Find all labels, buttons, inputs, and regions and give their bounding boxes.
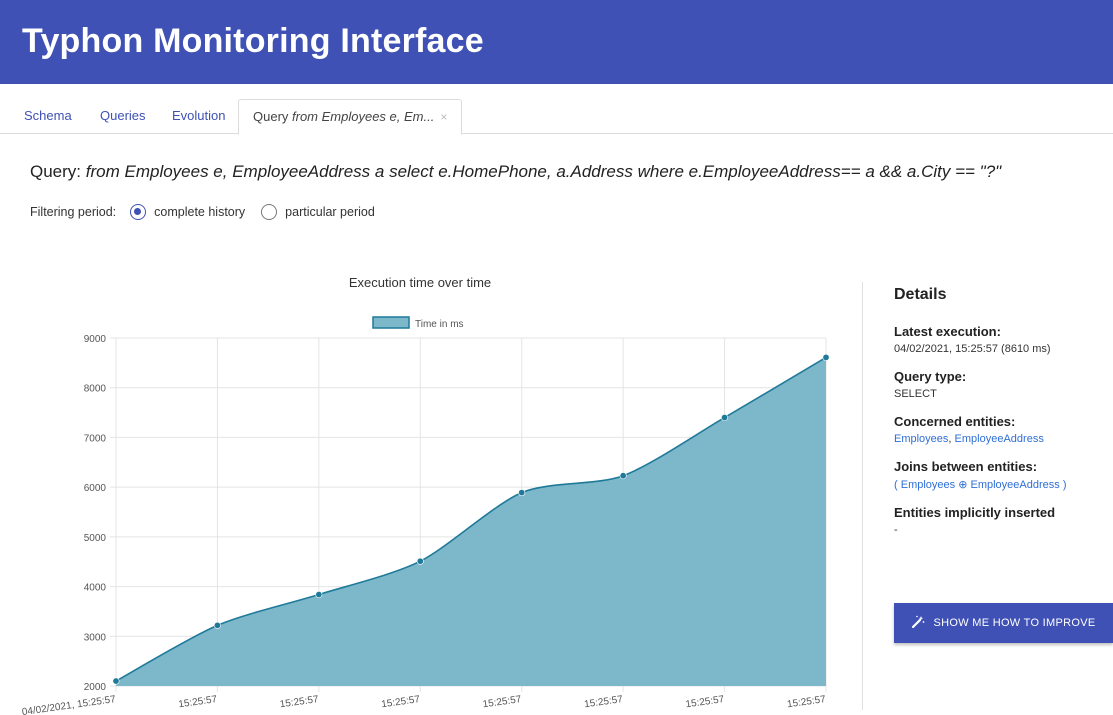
x-tick-label: 15:25:57 <box>583 694 624 710</box>
radio-checked-icon[interactable] <box>130 204 147 220</box>
concerned-entities-value: Employees, EmployeeAddress <box>894 433 1109 445</box>
join-symbol: ⊕ <box>955 479 971 491</box>
tab-bar: Schema Queries Evolution Query from Empl… <box>0 99 1113 135</box>
improve-button-label: SHOW ME HOW TO IMPROVE <box>933 617 1096 629</box>
entity-link-employeeaddress[interactable]: EmployeeAddress <box>955 433 1044 445</box>
chart-y-axis: 9000 8000 7000 6000 5000 4000 3000 2000 <box>84 334 107 693</box>
join-close-paren: ) <box>1059 479 1067 491</box>
tab-query-prefix: Query <box>253 109 293 124</box>
details-panel: Details Latest execution: 04/02/2021, 15… <box>894 286 1109 536</box>
x-tick-label: 15:25:57 <box>786 694 827 710</box>
query-type-label: Query type: <box>894 369 967 384</box>
latest-execution-value: 04/02/2021, 15:25:57 (8610 ms) <box>894 343 1051 355</box>
panel-divider <box>862 282 863 710</box>
query-heading: Query: from Employees e, EmployeeAddress… <box>30 162 1001 182</box>
x-tick-label: 15:25:57 <box>482 694 523 710</box>
close-icon[interactable]: × <box>440 100 447 134</box>
filter-label: Filtering period: <box>30 205 117 219</box>
data-point[interactable] <box>619 472 627 480</box>
implicit-entities-label: Entities implicitly inserted <box>894 505 1056 520</box>
latest-execution-label: Latest execution: <box>894 324 1001 339</box>
y-tick-label: 8000 <box>84 384 107 395</box>
tab-query-active[interactable]: Query from Employees e, Em... × <box>238 99 463 135</box>
tab-evolution[interactable]: Evolution <box>172 99 225 133</box>
data-point[interactable] <box>518 489 526 497</box>
y-tick-label: 6000 <box>84 483 107 494</box>
execution-time-chart: Execution time over time Time in ms 9000… <box>0 262 850 715</box>
radio-complete-history-label: complete history <box>154 205 246 219</box>
entity-link-employees[interactable]: Employees <box>894 433 948 445</box>
x-tick-label: 15:25:57 <box>381 694 422 710</box>
details-title: Details <box>894 286 947 303</box>
tab-queries[interactable]: Queries <box>100 99 146 133</box>
app-header: Typhon Monitoring Interface <box>0 0 1113 84</box>
join-open-paren: ( <box>894 479 901 491</box>
data-point[interactable] <box>416 557 424 565</box>
show-me-how-to-improve-button[interactable]: SHOW ME HOW TO IMPROVE <box>894 603 1113 643</box>
query-type-value: SELECT <box>894 388 937 400</box>
chart-plot <box>112 353 830 686</box>
filter-row: Filtering period: complete history parti… <box>30 202 391 222</box>
chart-legend: Time in ms <box>372 316 464 330</box>
y-tick-label: 2000 <box>84 682 107 693</box>
radio-particular-period[interactable]: particular period <box>261 204 375 220</box>
y-tick-label: 7000 <box>84 433 107 444</box>
query-label: Query: <box>30 162 82 181</box>
join-link-employeeaddress[interactable]: EmployeeAddress <box>971 479 1060 491</box>
magic-wand-svg <box>912 615 925 628</box>
legend-label: Time in ms <box>415 319 464 330</box>
x-tick-label: 04/02/2021, 15:25:57 <box>21 694 117 715</box>
app-root: Typhon Monitoring Interface Schema Queri… <box>0 0 1113 715</box>
joins-label: Joins between entities: <box>894 459 1038 474</box>
join-link-employees[interactable]: Employees <box>901 479 955 491</box>
data-point[interactable] <box>213 621 221 629</box>
y-tick-label: 4000 <box>84 583 107 594</box>
radio-unchecked-icon[interactable] <box>261 204 278 220</box>
radio-particular-period-label: particular period <box>285 205 375 219</box>
y-tick-label: 3000 <box>84 632 107 643</box>
chart-title: Execution time over time <box>349 275 491 290</box>
y-tick-label: 9000 <box>84 334 107 345</box>
data-point[interactable] <box>721 414 729 422</box>
chart-x-axis: 04/02/2021, 15:25:57 15:25:57 15:25:57 15:2… <box>21 694 827 715</box>
concerned-entities-label: Concerned entities: <box>894 414 1016 429</box>
series-area <box>116 357 826 686</box>
chart-svg: Execution time over time Time in ms 9000… <box>21 275 830 715</box>
app-title: Typhon Monitoring Interface <box>22 22 484 60</box>
y-tick-label: 5000 <box>84 533 107 544</box>
legend-swatch <box>372 316 410 329</box>
magic-wand-icon <box>911 615 925 632</box>
tab-query-label: from Employees e, Em... <box>292 109 435 124</box>
x-tick-label: 15:25:57 <box>178 694 219 710</box>
data-point[interactable] <box>822 353 830 361</box>
implicit-entities-value: - <box>894 524 898 536</box>
tab-schema[interactable]: Schema <box>24 99 72 133</box>
radio-complete-history[interactable]: complete history <box>130 204 245 220</box>
data-point[interactable] <box>315 591 323 599</box>
query-text: from Employees e, EmployeeAddress a sele… <box>85 162 1002 181</box>
data-point[interactable] <box>112 677 120 685</box>
joins-value: ( Employees ⊕ EmployeeAddress ) <box>894 478 1109 491</box>
x-tick-label: 15:25:57 <box>279 694 320 710</box>
x-tick-label: 15:25:57 <box>685 694 726 710</box>
